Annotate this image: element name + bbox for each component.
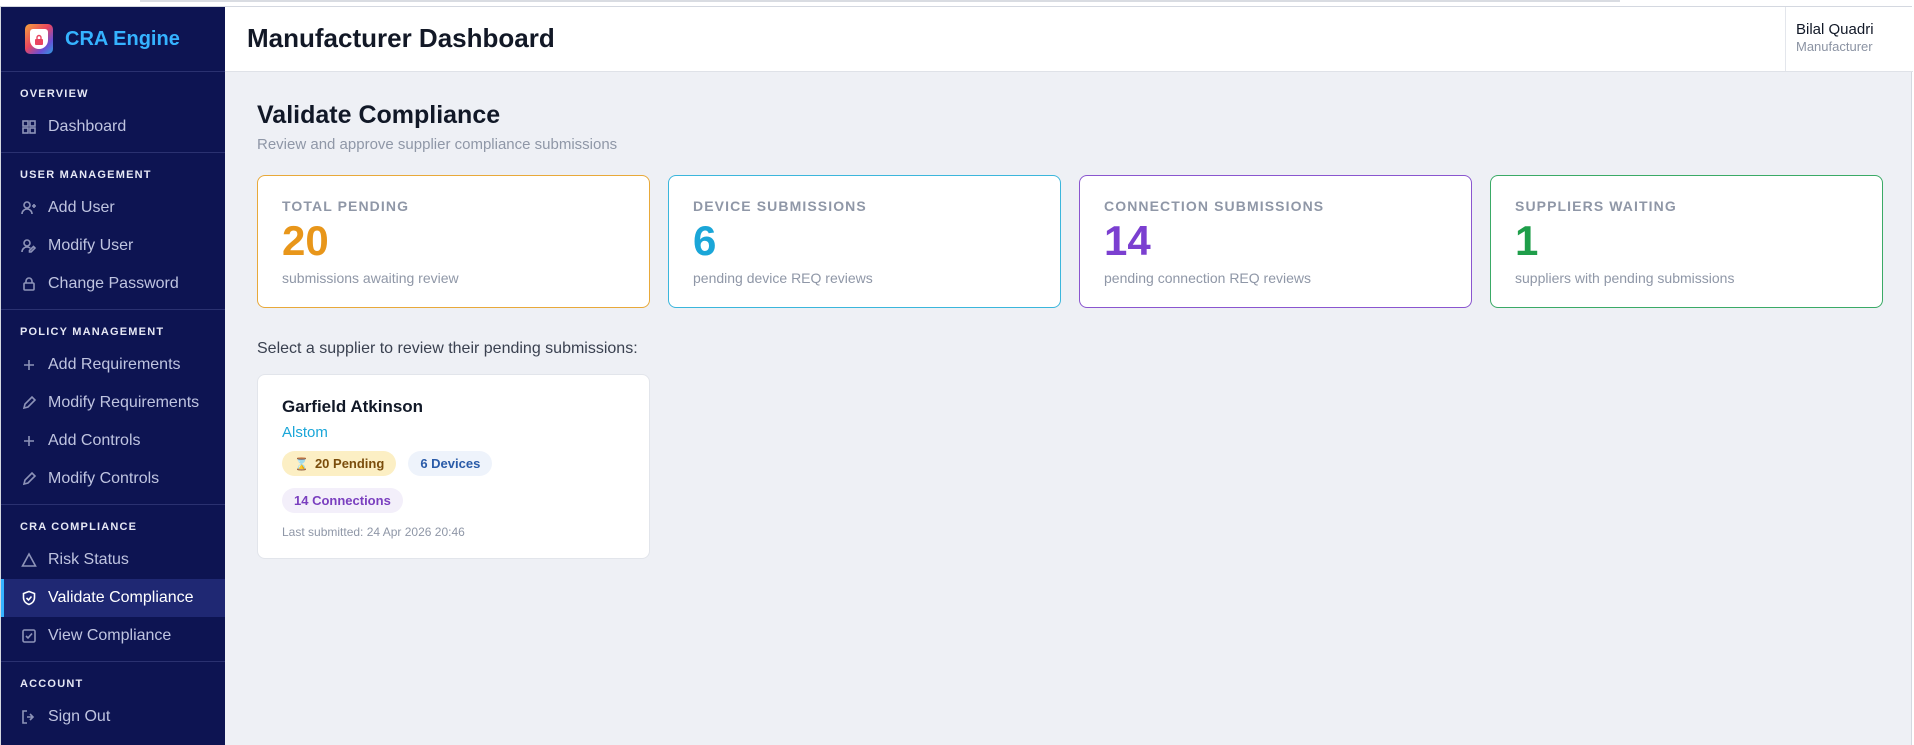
stats-row: TOTAL PENDING 20 submissions awaiting re… [257, 175, 1887, 308]
supplier-prompt: Select a supplier to review their pendin… [257, 340, 638, 357]
sidebar-item-label: Dashboard [48, 118, 127, 135]
shield-lock-logo-icon [25, 24, 53, 54]
sign-out-icon [21, 709, 37, 725]
sidebar-item-sign-out[interactable]: Sign Out [1, 698, 225, 736]
sidebar-item-label: Modify Controls [48, 470, 160, 487]
section-title: OVERVIEW [20, 88, 89, 100]
stat-label: DEVICE SUBMISSIONS [693, 198, 867, 214]
user-name: Bilal Quadri [1796, 21, 1874, 38]
supplier-name: Garfield Atkinson [282, 397, 424, 416]
stat-card-suppliers-waiting: SUPPLIERS WAITING 1 suppliers with pendi… [1490, 175, 1883, 308]
section-title: USER MANAGEMENT [20, 169, 152, 181]
sidebar-item-label: Add Controls [48, 432, 141, 449]
supplier-card[interactable]: Garfield Atkinson Alstom ⌛ 20 Pending 6 D… [257, 374, 650, 559]
supplier-badges: ⌛ 20 Pending 6 Devices 14 Connections [282, 451, 602, 513]
sidebar-item-label: Risk Status [48, 551, 129, 568]
sidebar-item-change-password[interactable]: Change Password [1, 265, 225, 303]
sidebar-item-add-requirements[interactable]: Add Requirements [1, 346, 225, 384]
stat-description: pending connection REQ reviews [1104, 270, 1312, 286]
sidebar-section-overview: OVERVIEW Dashboard [1, 72, 225, 153]
brand[interactable]: CRA Engine [1, 7, 225, 72]
stat-description: submissions awaiting review [282, 270, 459, 286]
pencil-icon [21, 471, 37, 487]
user-menu[interactable]: Bilal Quadri Manufacturer [1785, 7, 1913, 71]
grid-icon [21, 119, 37, 135]
section-title: POLICY MANAGEMENT [20, 326, 165, 338]
devices-badge: 6 Devices [408, 451, 493, 476]
sidebar: CRA Engine OVERVIEW Dashboard USER MANAG… [1, 7, 225, 745]
user-edit-icon [21, 238, 37, 254]
app-window: CRA Engine OVERVIEW Dashboard USER MANAG… [0, 6, 1913, 745]
sidebar-item-label: Modify Requirements [48, 394, 200, 411]
stat-value: 6 [693, 217, 717, 264]
sidebar-item-modify-user[interactable]: Modify User [1, 227, 225, 265]
sidebar-section-policy-management: POLICY MANAGEMENT Add Requirements Modif… [1, 310, 225, 505]
stat-label: SUPPLIERS WAITING [1515, 198, 1677, 214]
stat-value: 20 [282, 217, 329, 264]
sidebar-item-modify-requirements[interactable]: Modify Requirements [1, 384, 225, 422]
last-submitted: Last submitted: 24 Apr 2026 20:46 [282, 525, 465, 539]
main-content: Validate Compliance Review and approve s… [257, 101, 1887, 559]
sidebar-item-modify-controls[interactable]: Modify Controls [1, 460, 225, 498]
user-role: Manufacturer [1796, 39, 1873, 54]
warning-triangle-icon [21, 552, 37, 568]
sidebar-item-view-compliance[interactable]: View Compliance [1, 617, 225, 655]
checkbox-icon [21, 628, 37, 644]
sidebar-item-label: Add User [48, 199, 115, 216]
pending-badge-label: 20 Pending [314, 456, 385, 471]
stat-description: pending device REQ reviews [693, 270, 873, 286]
sidebar-item-add-user[interactable]: Add User [1, 189, 225, 227]
brand-name: CRA Engine [65, 27, 180, 50]
sidebar-item-label: Modify User [48, 237, 134, 254]
sidebar-item-label: Add Requirements [48, 356, 181, 373]
sidebar-item-risk-status[interactable]: Risk Status [1, 541, 225, 579]
section-title: CRA COMPLIANCE [20, 521, 138, 533]
section-title: ACCOUNT [20, 678, 84, 690]
pencil-icon [21, 395, 37, 411]
lock-icon [21, 276, 37, 292]
sidebar-item-label: Validate Compliance [48, 589, 194, 606]
window-top-edge [140, 0, 1620, 2]
sidebar-item-label: Change Password [48, 275, 179, 292]
top-header: Manufacturer Dashboard Bilal Quadri Manu… [225, 7, 1913, 72]
supplier-company: Alstom [282, 424, 328, 441]
page-header-title: Manufacturer Dashboard [247, 23, 555, 53]
hourglass-icon: ⌛ [294, 456, 309, 471]
user-plus-icon [21, 200, 37, 216]
sidebar-item-dashboard[interactable]: Dashboard [1, 108, 225, 146]
connections-badge: 14 Connections [282, 488, 403, 513]
sidebar-item-add-controls[interactable]: Add Controls [1, 422, 225, 460]
sidebar-item-label: Sign Out [48, 708, 111, 725]
stat-description: suppliers with pending submissions [1515, 270, 1735, 286]
stat-card-connection-submissions: CONNECTION SUBMISSIONS 14 pending connec… [1079, 175, 1472, 308]
plus-icon [21, 357, 37, 373]
page-title: Validate Compliance [257, 101, 501, 129]
stat-card-total-pending: TOTAL PENDING 20 submissions awaiting re… [257, 175, 650, 308]
stat-value: 1 [1515, 217, 1539, 264]
plus-icon [21, 433, 37, 449]
sidebar-item-validate-compliance[interactable]: Validate Compliance [1, 579, 225, 617]
stat-label: CONNECTION SUBMISSIONS [1104, 198, 1325, 214]
sidebar-section-user-management: USER MANAGEMENT Add User Modify User Cha… [1, 153, 225, 310]
stat-card-device-submissions: DEVICE SUBMISSIONS 6 pending device REQ … [668, 175, 1061, 308]
sidebar-section-account: ACCOUNT Sign Out [1, 662, 225, 742]
pending-badge: ⌛ 20 Pending [282, 451, 397, 476]
sidebar-section-cra-compliance: CRA COMPLIANCE Risk Status Validate Comp… [1, 505, 225, 662]
shield-check-icon [21, 590, 37, 606]
sidebar-item-label: View Compliance [48, 627, 172, 644]
stat-value: 14 [1104, 217, 1151, 264]
page-subtitle: Review and approve supplier compliance s… [257, 136, 618, 153]
stat-label: TOTAL PENDING [282, 198, 410, 214]
